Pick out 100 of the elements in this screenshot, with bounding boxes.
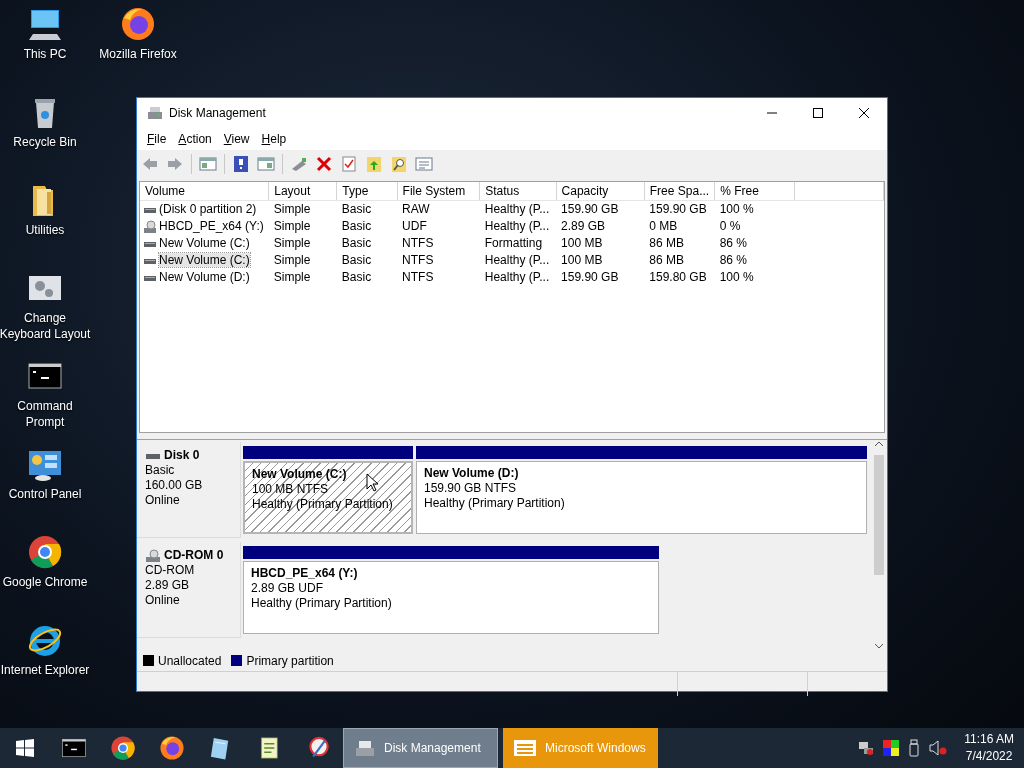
table-cell-text: Healthy (P... (483, 218, 551, 235)
table-cell-text: UDF (401, 218, 428, 235)
delete-icon[interactable] (315, 155, 333, 173)
legend-label: Primary partition (246, 652, 334, 670)
menu-item[interactable]: Help (255, 130, 293, 148)
table-cell-text: NTFS (401, 269, 435, 286)
color-palette-icon[interactable] (883, 740, 900, 756)
partition-detail: 159.90 GB NTFS (424, 481, 517, 496)
table-cell-text: Simple (272, 269, 312, 286)
panel-icon[interactable] (257, 155, 275, 173)
table-cell-text: Healthy (P... (483, 252, 551, 269)
icon-label[interactable]: Change Keyboard Layout (0, 310, 93, 342)
menu-item[interactable]: View (217, 130, 256, 148)
table-cell-text: NTFS (401, 235, 435, 252)
scroll-down-icon[interactable] (874, 642, 884, 650)
partition-detail: 2.89 GB UDF (251, 581, 324, 596)
table-cell-text: Healthy (P... (483, 269, 551, 286)
volume-name[interactable]: HBCD_PE_x64 (Y:) (159, 219, 264, 233)
folder-up-icon[interactable] (365, 155, 383, 173)
partition-panel[interactable]: New Volume (C:) 100 MB NTFS Healthy (Primary Partition) (243, 461, 413, 534)
chrome-icon[interactable] (27, 534, 63, 570)
chrome-icon[interactable] (109, 735, 136, 761)
firefox-icon[interactable] (158, 735, 185, 761)
disk-name: Disk 0 (164, 448, 200, 463)
table-cell-text: 100 MB (560, 252, 604, 269)
volume-name[interactable]: New Volume (C:) (159, 236, 250, 250)
partition-detail: 100 MB NTFS (252, 482, 329, 497)
icon-label[interactable]: Google Chrome (2, 574, 88, 590)
column-header[interactable]: File System (397, 182, 480, 201)
help-icon[interactable] (232, 155, 250, 173)
partition-title: HBCD_PE_x64 (Y:) (251, 566, 358, 581)
speaker-muted-icon[interactable] (929, 740, 948, 756)
column-header[interactable]: Type (336, 182, 398, 201)
table-cell-text: Formatting (483, 235, 544, 252)
icon-label[interactable]: Mozilla Firefox (99, 46, 177, 62)
table-cell-text: 159.80 GB (648, 269, 708, 286)
folder-search-icon[interactable] (390, 155, 408, 173)
close-icon[interactable] (859, 108, 869, 118)
disk-status: Online (145, 493, 181, 508)
table-cell-text: 86 % (718, 252, 748, 269)
table-cell-text: 2.89 GB (560, 218, 607, 235)
cd-drive-icon (143, 219, 157, 234)
table-cell-text: Basic (340, 235, 373, 252)
menu-item[interactable]: Action (172, 130, 218, 148)
column-header[interactable]: Volume (140, 182, 269, 201)
table-cell: 159.90 GB (644, 200, 715, 218)
disk-status: Online (145, 593, 181, 608)
icon-label[interactable]: Command Prompt (0, 398, 93, 430)
column-header[interactable]: Free Spa... (644, 182, 715, 201)
volume-name[interactable]: (Disk 0 partition 2) (159, 202, 257, 216)
table-cell-text: 100 MB (560, 235, 604, 252)
taskbar-button[interactable]: Disk Management (343, 728, 498, 768)
volume-name[interactable]: New Volume (D:) (159, 270, 250, 284)
column-header[interactable]: % Free (714, 182, 795, 201)
scroll-up-icon[interactable] (874, 440, 884, 448)
partition-title: New Volume (C:) (252, 467, 347, 482)
table-cell-text: Simple (272, 218, 312, 235)
partition-panel[interactable]: New Volume (D:) 159.90 GB NTFS Healthy (Primary Partition) (416, 461, 867, 534)
firefox-icon[interactable] (120, 6, 156, 42)
table-cell: 159.90 GB (556, 200, 645, 218)
partition-panel[interactable]: HBCD_PE_x64 (Y:) 2.89 GB UDF Healthy (Primary Partition) (243, 561, 659, 634)
icon-label[interactable]: Utilities (25, 222, 65, 238)
table-cell-text: NTFS (401, 252, 435, 269)
table-cell: RAW (397, 200, 480, 218)
table-cell: Healthy (P... (479, 200, 557, 218)
partition-health: Healthy (Primary Partition) (252, 497, 393, 512)
maximize-icon[interactable] (813, 108, 823, 118)
icon-label[interactable]: Control Panel (8, 486, 82, 502)
table-cell-text: 159.90 GB (560, 269, 620, 286)
list-window-icon (513, 739, 537, 757)
clock-date[interactable]: 7/4/2022 (964, 748, 1014, 765)
disk-type: Basic (145, 463, 176, 478)
network-icon[interactable] (858, 740, 875, 756)
partition-title: New Volume (D:) (424, 466, 519, 481)
partition-health: Healthy (Primary Partition) (251, 596, 392, 611)
table-cell-text: Basic (340, 218, 373, 235)
clock-time[interactable]: 11:16 AM (964, 731, 1014, 748)
table-cell-text: 86 MB (648, 252, 685, 269)
table-cell-text: 0 MB (648, 218, 679, 235)
icon-label[interactable]: This PC (23, 46, 67, 62)
column-header[interactable]: Layout (268, 182, 337, 201)
table-cell: Basic (336, 200, 398, 218)
table-cell-text: 0 % (718, 218, 742, 235)
table-cell-text: 86 MB (648, 235, 685, 252)
icon-label[interactable]: Recycle Bin (13, 134, 77, 150)
menu-item[interactable]: File (141, 130, 173, 148)
scrollbar[interactable] (871, 440, 887, 650)
icon-label[interactable]: Internet Explorer (0, 662, 90, 678)
volume-name[interactable]: New Volume (C:) (159, 253, 250, 267)
table-cell-text: Basic (340, 252, 373, 269)
table-cell-text: Basic (340, 269, 373, 286)
column-header[interactable]: Status (479, 182, 557, 201)
table-cell-text: Simple (272, 252, 312, 269)
usb-drive-icon[interactable] (908, 739, 921, 757)
checklist-icon[interactable] (340, 155, 358, 173)
table-cell-text: Simple (272, 235, 312, 252)
table-cell: 100 % (714, 200, 795, 218)
panel-icon[interactable] (199, 155, 217, 173)
start-icon[interactable] (15, 739, 34, 757)
column-header[interactable]: Capacity (556, 182, 645, 201)
